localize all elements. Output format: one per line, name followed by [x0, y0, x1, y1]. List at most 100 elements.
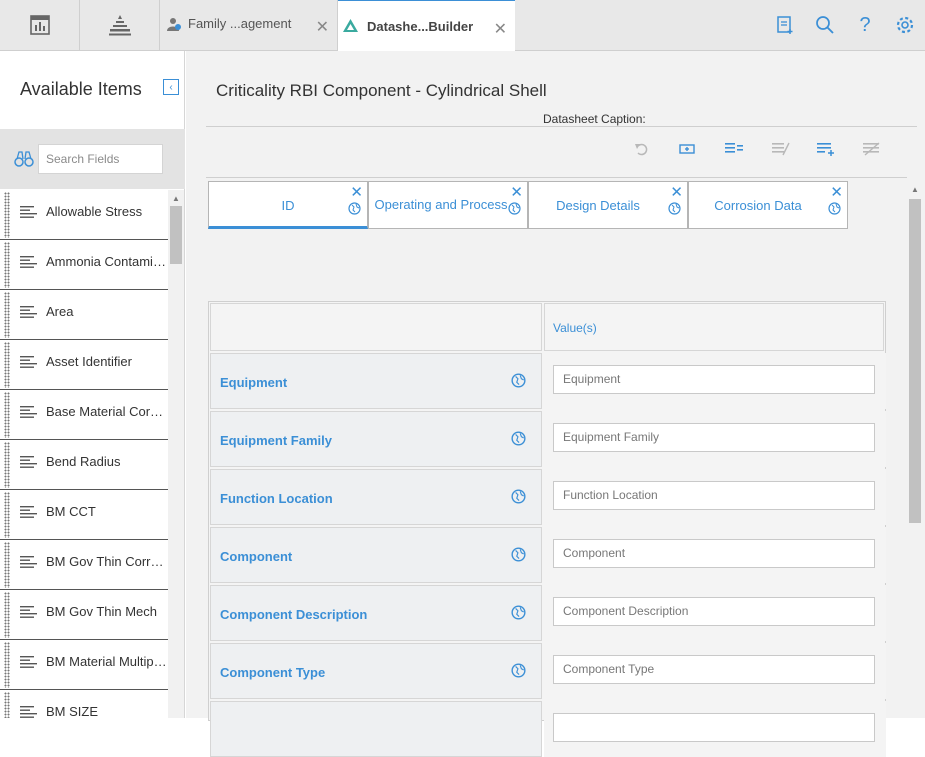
globe-icon[interactable] — [348, 202, 361, 215]
drag-handle-icon[interactable] — [4, 642, 10, 688]
remove-row-button[interactable] — [863, 141, 881, 157]
new-document-button[interactable] — [774, 14, 796, 36]
page-title: Criticality RBI Component - Cylindrical … — [216, 81, 547, 100]
field-lines-icon — [20, 406, 37, 418]
globe-icon[interactable] — [511, 489, 526, 504]
close-icon[interactable]: ✕ — [670, 183, 683, 201]
drag-handle-icon[interactable] — [4, 542, 10, 588]
tab-label: ID — [281, 198, 295, 213]
field-label-cell[interactable]: Equipment Family — [210, 411, 542, 467]
search-fields-input[interactable] — [38, 144, 163, 174]
field-label-cell[interactable]: Component Description — [210, 585, 542, 641]
field-label: Equipment — [220, 375, 288, 390]
field-label-cell[interactable] — [210, 701, 542, 757]
tab-corrosion-data[interactable]: Corrosion Data ✕ — [688, 181, 848, 229]
value-cell: Equipment — [544, 353, 886, 409]
tab-label: Operating and Process — [374, 197, 508, 212]
globe-icon[interactable] — [668, 202, 681, 215]
list-item[interactable]: Ammonia Contamina... — [0, 240, 168, 290]
pyramid-icon — [108, 15, 131, 36]
field-lines-icon — [20, 206, 37, 218]
list-item[interactable]: Bend Radius — [0, 440, 168, 490]
component-type-field[interactable]: Component Type — [553, 655, 875, 684]
list-item[interactable]: BM Gov Thin Mech — [0, 590, 168, 640]
left-scrollbar[interactable]: ▲ — [168, 190, 184, 718]
scroll-up-icon[interactable]: ▲ — [911, 185, 919, 194]
field-lines-icon — [20, 706, 37, 718]
function-location-field[interactable]: Function Location — [553, 481, 875, 510]
list-item[interactable]: Asset Identifier — [0, 340, 168, 390]
close-icon[interactable]: ✕ — [830, 183, 843, 201]
list-item[interactable]: BM SIZE — [0, 690, 168, 718]
close-icon[interactable]: ✕ — [316, 17, 329, 37]
list-item[interactable]: Allowable Stress — [0, 190, 168, 240]
settings-button[interactable] — [894, 14, 916, 36]
list-item[interactable]: Area — [0, 290, 168, 340]
component-description-field[interactable]: Component Description — [553, 597, 875, 626]
hierarchy-button[interactable] — [80, 0, 160, 50]
list-item[interactable]: BM CCT — [0, 490, 168, 540]
add-section-button[interactable] — [678, 141, 696, 157]
drag-handle-icon[interactable] — [4, 442, 10, 488]
search-icon — [816, 16, 834, 34]
globe-icon[interactable] — [511, 373, 526, 388]
value-cell: Component — [544, 527, 886, 583]
globe-icon[interactable] — [828, 202, 841, 215]
scrollbar-thumb[interactable] — [170, 206, 182, 264]
tab-id[interactable]: ID ✕ — [208, 181, 368, 229]
list-item[interactable]: BM Material Multiplier — [0, 640, 168, 690]
panel-title: Available Items — [20, 79, 142, 99]
field-lines-icon — [20, 606, 37, 618]
top-bar: Family ...agement ✕ Datashe...Builder ✕ … — [0, 0, 925, 51]
globe-icon[interactable] — [511, 663, 526, 678]
drag-handle-icon[interactable] — [4, 592, 10, 638]
drag-handle-icon[interactable] — [4, 492, 10, 538]
field-label-cell[interactable]: Component Type — [210, 643, 542, 699]
list-item[interactable]: Base Material Corros... — [0, 390, 168, 440]
globe-icon[interactable] — [511, 547, 526, 562]
available-items-list: Allowable Stress Ammonia Contamina... Ar… — [0, 190, 168, 718]
drag-handle-icon[interactable] — [4, 292, 10, 338]
field-label-cell[interactable]: Function Location — [210, 469, 542, 525]
dashboard-button[interactable] — [0, 0, 80, 50]
datasheet-builder-icon — [343, 19, 358, 32]
list-item-label: Area — [46, 304, 74, 319]
tab-operating-and-process[interactable]: Operating and Process ✕ — [368, 181, 528, 229]
drag-handle-icon[interactable] — [4, 692, 10, 718]
drag-handle-icon[interactable] — [4, 192, 10, 238]
collapse-panel-button[interactable]: ‹ — [163, 79, 179, 95]
help-button[interactable]: ? — [854, 14, 876, 36]
add-field-list-button[interactable] — [725, 141, 743, 157]
field-lines-icon — [20, 456, 37, 468]
list-item[interactable]: BM Gov Thin Corr Rat... — [0, 540, 168, 590]
field-label-cell[interactable]: Equipment — [210, 353, 542, 409]
tab-label: Family ...agement — [188, 16, 292, 31]
value-field[interactable] — [553, 713, 875, 742]
tab-family-management[interactable]: Family ...agement ✕ — [160, 0, 338, 51]
scrollbar-thumb[interactable] — [909, 199, 921, 523]
close-icon[interactable]: ✕ — [494, 19, 507, 39]
equipment-family-field[interactable]: Equipment Family — [553, 423, 875, 452]
field-label-cell[interactable]: Component — [210, 527, 542, 583]
drag-handle-icon[interactable] — [4, 242, 10, 288]
drag-handle-icon[interactable] — [4, 342, 10, 388]
component-field[interactable]: Component — [553, 539, 875, 568]
divider — [206, 177, 907, 178]
close-icon[interactable]: ✕ — [350, 183, 363, 201]
add-row-button[interactable] — [817, 141, 835, 157]
globe-icon[interactable] — [511, 605, 526, 620]
scroll-up-icon[interactable]: ▲ — [172, 194, 180, 203]
undo-button[interactable] — [633, 141, 651, 157]
globe-icon[interactable] — [508, 202, 521, 215]
new-document-icon — [777, 16, 793, 34]
tab-design-details[interactable]: Design Details ✕ — [528, 181, 688, 229]
tab-datasheet-builder[interactable]: Datashe...Builder ✕ — [338, 0, 515, 51]
close-icon[interactable]: ✕ — [510, 183, 523, 201]
search-button[interactable] — [814, 14, 836, 36]
table-row: Equipment Equipment — [210, 353, 886, 409]
drag-handle-icon[interactable] — [4, 392, 10, 438]
remove-field-button[interactable] — [772, 141, 790, 157]
main-scrollbar[interactable]: ▲ — [907, 185, 923, 718]
globe-icon[interactable] — [511, 431, 526, 446]
equipment-field[interactable]: Equipment — [553, 365, 875, 394]
